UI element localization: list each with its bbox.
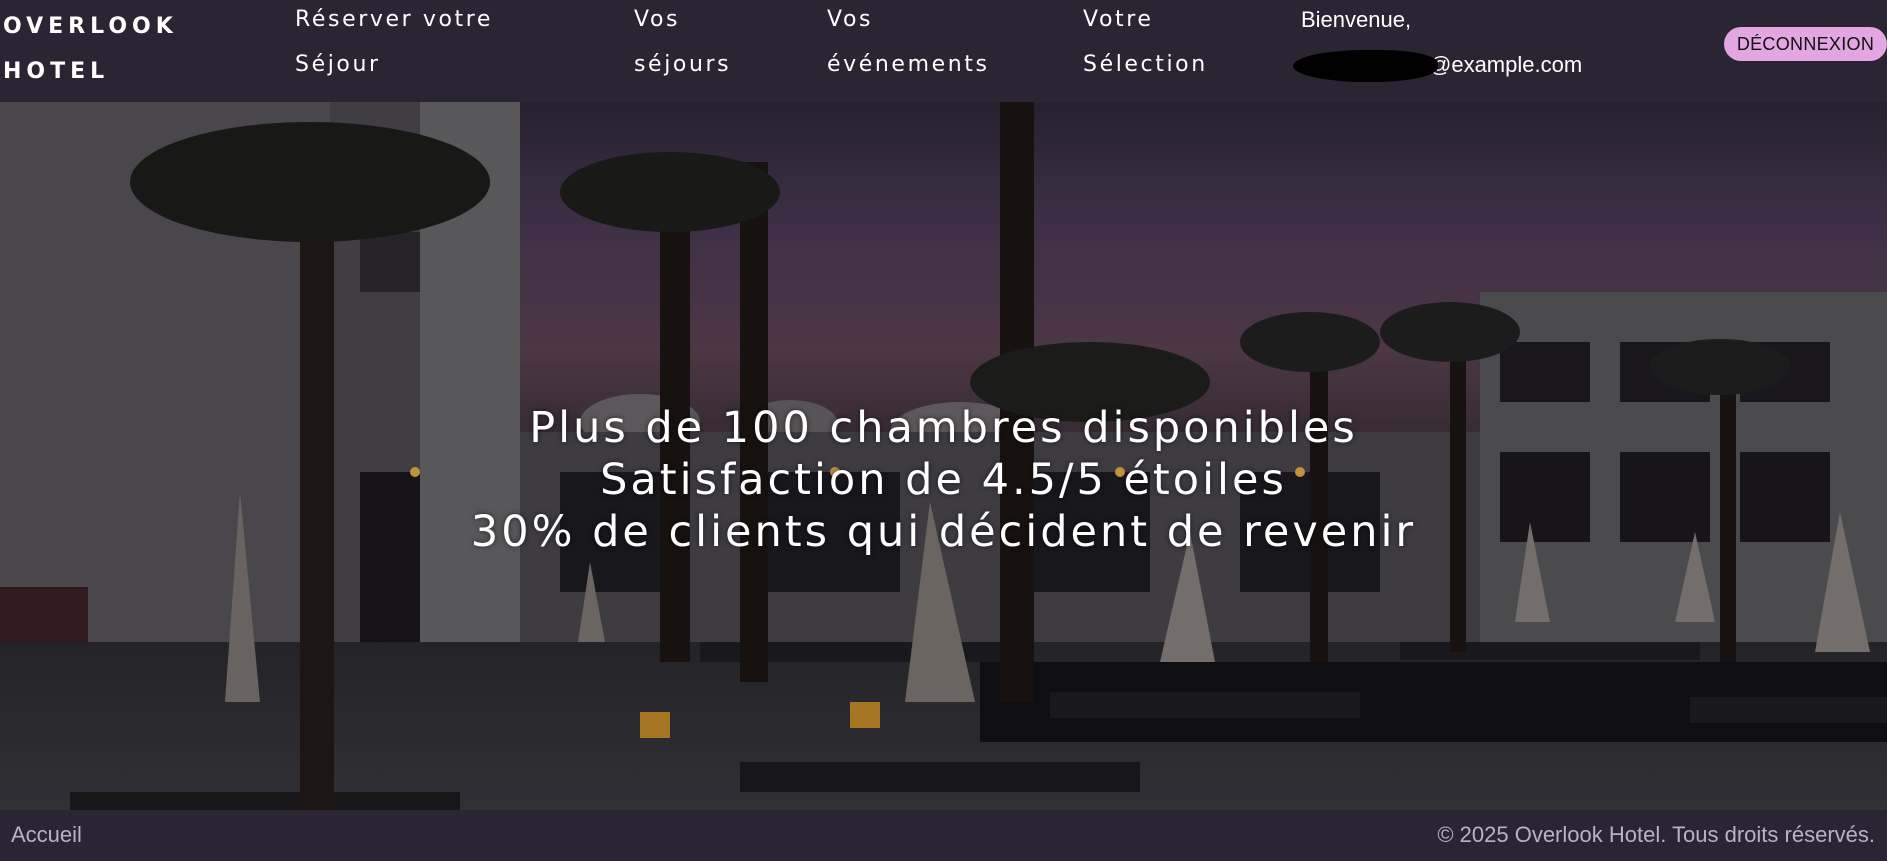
hero-stat-returning: 30% de clients qui décident de revenir [470,507,1417,557]
nav-link-my-stays[interactable]: Vos séjours [634,0,764,87]
hotel-logo[interactable]: OVERLOOK HOTEL [3,4,193,94]
nav-label-line-2: événements [827,52,990,77]
hero-banner: Plus de 100 chambres disponibles Satisfa… [0,102,1887,810]
nav-link-my-events[interactable]: Vos événements [827,0,1027,87]
logo-line-2: HOTEL [3,59,110,84]
welcome-label: Bienvenue, [1301,7,1412,32]
logo-line-1: OVERLOOK [3,14,178,39]
footer-home-link[interactable]: Accueil [11,822,82,848]
footer-copyright: © 2025 Overlook Hotel. Tous droits réser… [1437,822,1875,847]
hero-stat-satisfaction: Satisfaction de 4.5/5 étoiles [600,455,1287,505]
page-footer: Accueil © 2025 Overlook Hotel. Tous droi… [0,810,1887,861]
nav-label-line-1: Vos [827,7,874,32]
nav-label-line-1: Réserver votre [295,7,494,32]
hero-stat-rooms: Plus de 100 chambres disponibles [529,403,1358,453]
top-navbar: OVERLOOK HOTEL Réserver votre Séjour Vos… [0,0,1887,102]
nav-link-reserve-stay[interactable]: Réserver votre Séjour [295,0,535,87]
nav-label-line-1: Vos [634,7,681,32]
nav-label-line-2: séjours [634,52,732,77]
nav-label-line-2: Séjour [295,52,381,77]
nav-label-line-1: Votre [1083,7,1154,32]
redacted-username [1293,50,1438,82]
welcome-block: Bienvenue, @example.com [1293,0,1582,87]
hero-stats: Plus de 100 chambres disponibles Satisfa… [0,402,1887,558]
user-email: @example.com [1293,42,1582,87]
nav-link-my-selection[interactable]: Votre Sélection [1083,0,1243,87]
logout-button[interactable]: DÉCONNEXION [1724,27,1887,61]
nav-label-line-2: Sélection [1083,52,1208,77]
